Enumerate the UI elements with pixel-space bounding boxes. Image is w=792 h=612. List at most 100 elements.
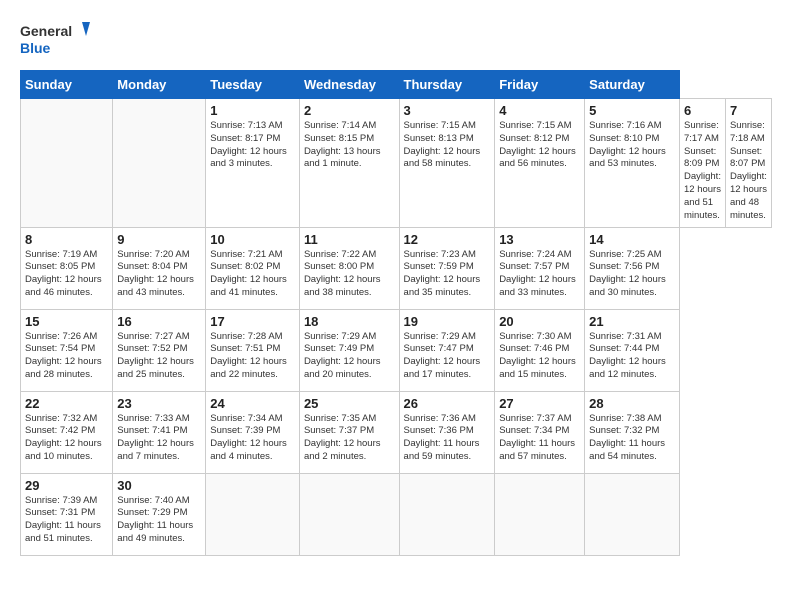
column-header-sunday: Sunday: [21, 71, 113, 99]
day-info: Sunrise: 7:31 AMSunset: 7:44 PMDaylight:…: [589, 331, 675, 382]
calendar-week: 15Sunrise: 7:26 AMSunset: 7:54 PMDayligh…: [21, 309, 772, 391]
day-info: Sunrise: 7:37 AMSunset: 7:34 PMDaylight:…: [499, 413, 580, 464]
calendar-table: SundayMondayTuesdayWednesdayThursdayFrid…: [20, 70, 772, 556]
day-info: Sunrise: 7:38 AMSunset: 7:32 PMDaylight:…: [589, 413, 675, 464]
column-header-saturday: Saturday: [585, 71, 680, 99]
column-header-tuesday: Tuesday: [206, 71, 300, 99]
table-row: 7 Sunrise: 7:18 AMSunset: 8:07 PMDaylight…: [725, 99, 771, 228]
column-header-thursday: Thursday: [399, 71, 495, 99]
day-number: 19: [404, 314, 491, 329]
calendar-body: 1 Sunrise: 7:13 AMSunset: 8:17 PMDaylight…: [21, 99, 772, 556]
column-header-friday: Friday: [495, 71, 585, 99]
table-row: 18Sunrise: 7:29 AMSunset: 7:49 PMDayligh…: [299, 309, 399, 391]
table-row: 8 Sunrise: 7:19 AMSunset: 8:05 PMDaylight…: [21, 227, 113, 309]
table-row: 24Sunrise: 7:34 AMSunset: 7:39 PMDayligh…: [206, 391, 300, 473]
day-number: 16: [117, 314, 201, 329]
table-row: 30 Sunrise: 7:40 AMSunset: 7:29 PMDayligh…: [113, 473, 206, 555]
day-info: Sunrise: 7:40 AMSunset: 7:29 PMDaylight:…: [117, 495, 201, 546]
day-number: 28: [589, 396, 675, 411]
day-number: 25: [304, 396, 395, 411]
table-row: 22Sunrise: 7:32 AMSunset: 7:42 PMDayligh…: [21, 391, 113, 473]
day-info: Sunrise: 7:20 AMSunset: 8:04 PMDaylight:…: [117, 249, 201, 300]
day-number: 27: [499, 396, 580, 411]
day-number: 30: [117, 478, 201, 493]
day-number: 13: [499, 232, 580, 247]
logo-svg: General Blue: [20, 20, 90, 60]
table-row: 16 Sunrise: 7:27 AMSunset: 7:52 PMDayligh…: [113, 309, 206, 391]
day-info: Sunrise: 7:39 AMSunset: 7:31 PMDaylight:…: [25, 495, 108, 546]
day-number: 7: [730, 103, 767, 118]
day-info: Sunrise: 7:21 AMSunset: 8:02 PMDaylight:…: [210, 249, 295, 300]
day-number: 11: [304, 232, 395, 247]
table-row: 13Sunrise: 7:24 AMSunset: 7:57 PMDayligh…: [495, 227, 585, 309]
day-info: Sunrise: 7:15 AMSunset: 8:13 PMDaylight:…: [404, 120, 491, 171]
day-info: Sunrise: 7:16 AMSunset: 8:10 PMDaylight:…: [589, 120, 675, 171]
day-number: 10: [210, 232, 295, 247]
day-info: Sunrise: 7:13 AMSunset: 8:17 PMDaylight:…: [210, 120, 295, 171]
table-row: 11 Sunrise: 7:22 AMSunset: 8:00 PMDayligh…: [299, 227, 399, 309]
day-info: Sunrise: 7:22 AMSunset: 8:00 PMDaylight:…: [304, 249, 395, 300]
empty-cell: [21, 99, 113, 228]
day-info: Sunrise: 7:33 AMSunset: 7:41 PMDaylight:…: [117, 413, 201, 464]
day-info: Sunrise: 7:23 AMSunset: 7:59 PMDaylight:…: [404, 249, 491, 300]
table-row: 25 Sunrise: 7:35 AMSunset: 7:37 PMDayligh…: [299, 391, 399, 473]
table-row: 14Sunrise: 7:25 AMSunset: 7:56 PMDayligh…: [585, 227, 680, 309]
day-number: 26: [404, 396, 491, 411]
day-number: 5: [589, 103, 675, 118]
svg-text:General: General: [20, 23, 72, 39]
column-header-monday: Monday: [113, 71, 206, 99]
table-row: 1 Sunrise: 7:13 AMSunset: 8:17 PMDaylight…: [206, 99, 300, 228]
table-row: 23 Sunrise: 7:33 AMSunset: 7:41 PMDayligh…: [113, 391, 206, 473]
empty-cell: [113, 99, 206, 228]
day-number: 24: [210, 396, 295, 411]
day-number: 6: [684, 103, 721, 118]
svg-text:Blue: Blue: [20, 40, 51, 56]
calendar-week: 1 Sunrise: 7:13 AMSunset: 8:17 PMDaylight…: [21, 99, 772, 228]
table-row: 6Sunrise: 7:17 AMSunset: 8:09 PMDaylight…: [680, 99, 726, 228]
table-row: 28 Sunrise: 7:38 AMSunset: 7:32 PMDayligh…: [585, 391, 680, 473]
day-info: Sunrise: 7:30 AMSunset: 7:46 PMDaylight:…: [499, 331, 580, 382]
day-info: Sunrise: 7:32 AMSunset: 7:42 PMDaylight:…: [25, 413, 108, 464]
column-header-wednesday: Wednesday: [299, 71, 399, 99]
day-number: 8: [25, 232, 108, 247]
day-number: 2: [304, 103, 395, 118]
day-info: Sunrise: 7:29 AMSunset: 7:49 PMDaylight:…: [304, 331, 395, 382]
table-row: 4 Sunrise: 7:15 AMSunset: 8:12 PMDaylight…: [495, 99, 585, 228]
day-number: 20: [499, 314, 580, 329]
table-row: [585, 473, 680, 555]
day-info: Sunrise: 7:29 AMSunset: 7:47 PMDaylight:…: [404, 331, 491, 382]
day-number: 12: [404, 232, 491, 247]
table-row: 5 Sunrise: 7:16 AMSunset: 8:10 PMDaylight…: [585, 99, 680, 228]
header: General Blue: [20, 20, 772, 60]
calendar-week: 8 Sunrise: 7:19 AMSunset: 8:05 PMDaylight…: [21, 227, 772, 309]
day-info: Sunrise: 7:36 AMSunset: 7:36 PMDaylight:…: [404, 413, 491, 464]
day-info: Sunrise: 7:27 AMSunset: 7:52 PMDaylight:…: [117, 331, 201, 382]
day-number: 4: [499, 103, 580, 118]
table-row: 9 Sunrise: 7:20 AMSunset: 8:04 PMDaylight…: [113, 227, 206, 309]
day-number: 1: [210, 103, 295, 118]
table-row: 19 Sunrise: 7:29 AMSunset: 7:47 PMDayligh…: [399, 309, 495, 391]
table-row: 10 Sunrise: 7:21 AMSunset: 8:02 PMDayligh…: [206, 227, 300, 309]
day-info: Sunrise: 7:15 AMSunset: 8:12 PMDaylight:…: [499, 120, 580, 171]
day-number: 21: [589, 314, 675, 329]
table-row: 12 Sunrise: 7:23 AMSunset: 7:59 PMDayligh…: [399, 227, 495, 309]
table-row: [299, 473, 399, 555]
calendar-week: 29Sunrise: 7:39 AMSunset: 7:31 PMDayligh…: [21, 473, 772, 555]
day-info: Sunrise: 7:35 AMSunset: 7:37 PMDaylight:…: [304, 413, 395, 464]
table-row: 21 Sunrise: 7:31 AMSunset: 7:44 PMDayligh…: [585, 309, 680, 391]
day-info: Sunrise: 7:19 AMSunset: 8:05 PMDaylight:…: [25, 249, 108, 300]
table-row: [495, 473, 585, 555]
table-row: 17Sunrise: 7:28 AMSunset: 7:51 PMDayligh…: [206, 309, 300, 391]
day-info: Sunrise: 7:18 AMSunset: 8:07 PMDaylight:…: [730, 120, 767, 223]
day-number: 9: [117, 232, 201, 247]
calendar-header: SundayMondayTuesdayWednesdayThursdayFrid…: [21, 71, 772, 99]
day-number: 23: [117, 396, 201, 411]
day-number: 3: [404, 103, 491, 118]
table-row: 3 Sunrise: 7:15 AMSunset: 8:13 PMDaylight…: [399, 99, 495, 228]
table-row: 2 Sunrise: 7:14 AMSunset: 8:15 PMDaylight…: [299, 99, 399, 228]
calendar-week: 22Sunrise: 7:32 AMSunset: 7:42 PMDayligh…: [21, 391, 772, 473]
day-info: Sunrise: 7:25 AMSunset: 7:56 PMDaylight:…: [589, 249, 675, 300]
day-number: 17: [210, 314, 295, 329]
day-info: Sunrise: 7:14 AMSunset: 8:15 PMDaylight:…: [304, 120, 395, 171]
day-info: Sunrise: 7:26 AMSunset: 7:54 PMDaylight:…: [25, 331, 108, 382]
